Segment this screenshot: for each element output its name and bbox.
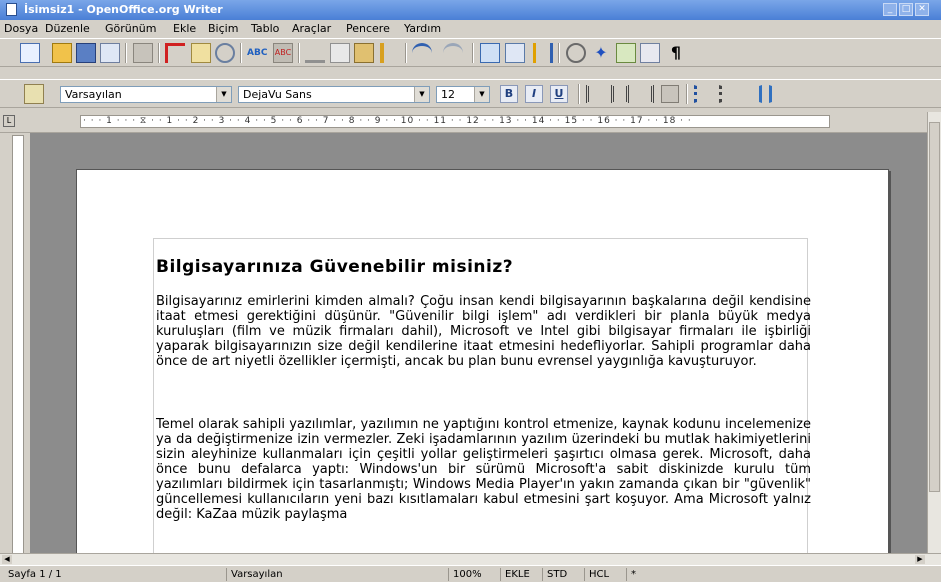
hyperlink-icon[interactable]: [480, 43, 500, 63]
menu-ekle[interactable]: Ekle: [173, 22, 196, 35]
status-zoom[interactable]: 100%: [448, 568, 498, 581]
page-preview-icon[interactable]: [215, 43, 235, 63]
document-heading[interactable]: Bilgisayarınıza Güvenebilir misiniz?: [156, 257, 513, 277]
chevron-down-icon[interactable]: ▼: [414, 87, 429, 102]
status-hyperlink-mode[interactable]: HCL: [584, 568, 624, 581]
status-bar: Sayfa 1 / 1 Varsayılan 100% EKLE STD HCL…: [0, 565, 941, 582]
align-center-icon[interactable]: [611, 85, 629, 103]
bullets-icon[interactable]: [719, 85, 737, 103]
align-left-icon[interactable]: [586, 85, 604, 103]
maximize-button[interactable]: □: [899, 3, 913, 16]
scroll-left-icon[interactable]: ◀: [2, 555, 12, 564]
paragraph-1[interactable]: Bilgisayarınız emirlerini kimden almalı?…: [156, 294, 811, 369]
formatting-toolbar: Varsayılan ▼ DejaVu Sans ▼ 12 ▼ B I U: [0, 79, 941, 108]
window-title: İsimsiz1 - OpenOffice.org Writer: [24, 3, 223, 16]
menu-dosya[interactable]: Dosya: [4, 22, 38, 35]
scroll-right-icon[interactable]: ▶: [915, 555, 925, 564]
cut-icon[interactable]: [305, 43, 325, 63]
status-page[interactable]: Sayfa 1 / 1: [4, 568, 224, 581]
increase-indent-icon[interactable]: [769, 85, 787, 103]
find-replace-icon[interactable]: [566, 43, 586, 63]
data-sources-icon[interactable]: [640, 43, 660, 63]
minimize-button[interactable]: _: [883, 3, 897, 16]
navigator-icon[interactable]: ✦: [591, 43, 611, 63]
paste-icon[interactable]: [354, 43, 374, 63]
menu-yardim[interactable]: Yardım: [404, 22, 441, 35]
copy-icon[interactable]: [330, 43, 350, 63]
edit-file-icon[interactable]: [133, 43, 153, 63]
writer-app-icon: [6, 3, 17, 16]
nonprinting-characters-icon[interactable]: ¶: [666, 43, 686, 63]
vertical-ruler: [12, 135, 24, 555]
paragraph-style-combo[interactable]: Varsayılan ▼: [60, 86, 232, 103]
status-insert-mode[interactable]: EKLE: [500, 568, 540, 581]
spellcheck-icon[interactable]: ABC: [247, 43, 267, 63]
text-boundary: Bilgisayarınıza Güvenebilir misiniz? Bil…: [153, 238, 811, 553]
font-size-combo[interactable]: 12 ▼: [436, 86, 490, 103]
gallery-icon[interactable]: [616, 43, 636, 63]
font-name-combo[interactable]: DejaVu Sans ▼: [238, 86, 430, 103]
ruler-scale: · · · 1 · · · ⧖ · · 1 · · 2 · · 3 · · 4 …: [80, 115, 830, 128]
menu-bicim[interactable]: Biçim: [208, 22, 238, 35]
show-draw-functions-icon[interactable]: [533, 43, 553, 63]
menu-araclar[interactable]: Araçlar: [292, 22, 331, 35]
justify-icon[interactable]: [661, 85, 679, 103]
italic-button[interactable]: I: [525, 85, 543, 103]
document-page[interactable]: Bilgisayarınıza Güvenebilir misiniz? Bil…: [76, 169, 889, 553]
menu-gorunum[interactable]: Görünüm: [105, 22, 156, 35]
decrease-indent-icon[interactable]: [744, 85, 762, 103]
menu-tablo[interactable]: Tablo: [251, 22, 279, 35]
paragraph-2[interactable]: Temel olarak sahipli yazılımlar, yazılım…: [156, 417, 811, 522]
print-icon[interactable]: [191, 43, 211, 63]
chevron-down-icon[interactable]: ▼: [216, 87, 231, 102]
status-page-style[interactable]: Varsayılan: [226, 568, 446, 581]
menu-pencere[interactable]: Pencere: [346, 22, 390, 35]
underline-button[interactable]: U: [550, 85, 568, 103]
document-workspace[interactable]: Bilgisayarınıza Güvenebilir misiniz? Bil…: [30, 133, 927, 553]
export-pdf-icon[interactable]: [165, 43, 185, 63]
bold-button[interactable]: B: [500, 85, 518, 103]
email-document-icon[interactable]: [100, 43, 120, 63]
table-icon[interactable]: [505, 43, 525, 63]
save-icon[interactable]: [76, 43, 96, 63]
font-name-value: DejaVu Sans: [243, 88, 312, 101]
numbering-icon[interactable]: [694, 85, 712, 103]
styles-formatting-icon[interactable]: [24, 84, 44, 104]
status-selection-mode[interactable]: STD: [542, 568, 582, 581]
horizontal-scrollbar[interactable]: ◀ ▶: [0, 553, 941, 565]
standard-toolbar: ABC ABC ✦ ¶: [0, 38, 941, 67]
menubar: Dosya Düzenle Görünüm Ekle Biçim Tablo A…: [0, 20, 941, 37]
chevron-down-icon[interactable]: ▼: [474, 87, 489, 102]
open-folder-icon[interactable]: [52, 43, 72, 63]
undo-icon[interactable]: [412, 43, 432, 63]
horizontal-ruler[interactable]: L · · · 1 · · · ⧖ · · 1 · · 2 · · 3 · · …: [0, 112, 941, 133]
paragraph-style-value: Varsayılan: [65, 88, 122, 101]
new-document-icon[interactable]: [20, 43, 40, 63]
tab-stop-selector[interactable]: L: [3, 115, 15, 127]
vertical-scroll-thumb[interactable]: [929, 122, 940, 492]
font-size-value: 12: [441, 88, 455, 101]
redo-icon[interactable]: [443, 43, 463, 63]
autospellcheck-icon[interactable]: ABC: [273, 43, 293, 63]
window-titlebar[interactable]: İsimsiz1 - OpenOffice.org Writer _ □ ✕: [0, 0, 941, 20]
vertical-scrollbar[interactable]: [927, 112, 941, 553]
format-paintbrush-icon[interactable]: [380, 43, 400, 63]
status-modified: *: [626, 568, 646, 581]
menu-duzenle[interactable]: Düzenle: [45, 22, 90, 35]
align-right-icon[interactable]: [636, 85, 654, 103]
close-button[interactable]: ✕: [915, 3, 929, 16]
